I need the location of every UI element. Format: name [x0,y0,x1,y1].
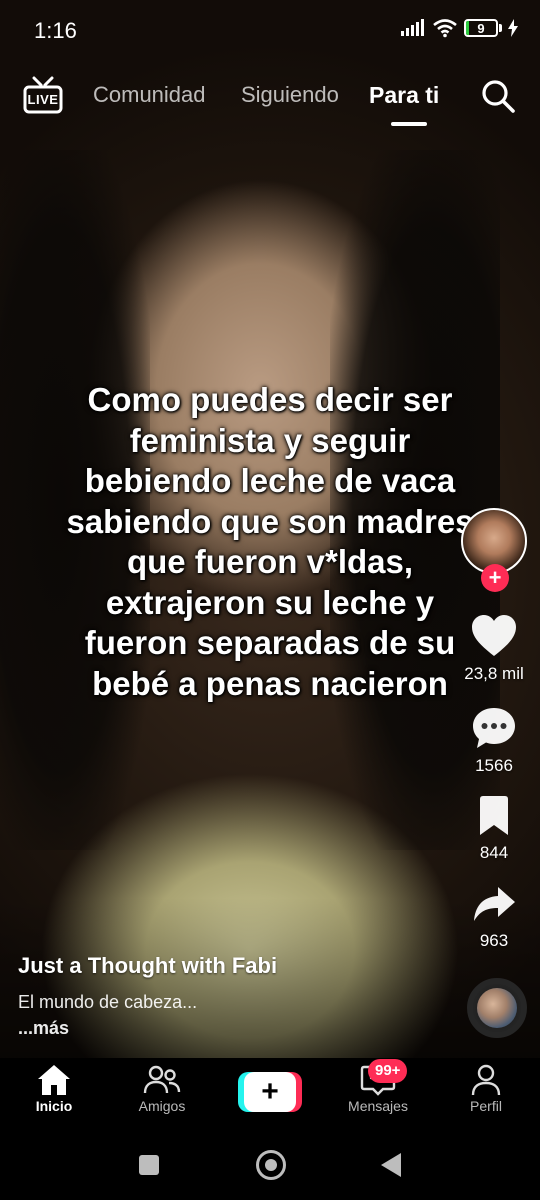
save-count: 844 [479,843,509,862]
create-button[interactable]: + [238,1072,302,1112]
share-button[interactable]: 963 [456,885,532,951]
caption-line: extrajeron su leche y [105,583,435,621]
search-button[interactable] [480,78,516,114]
active-tab-indicator [391,122,427,126]
home-button[interactable] [256,1150,286,1180]
caption-line: bebé a penas nacieron [92,664,448,702]
nav-mensajes-label: Mensajes [348,1098,408,1114]
profile-icon [471,1064,501,1096]
home-icon [38,1065,70,1095]
friends-icon [143,1065,181,1094]
caption-line: Como puedes decir ser [87,381,453,418]
share-arrow-icon [474,887,515,921]
video-caption: Como puedes decir ser feminista y seguir… [60,380,480,704]
follow-button[interactable]: + [481,564,509,592]
sound-disc-cover [477,988,517,1028]
comment-icon [473,708,515,748]
live-button[interactable]: LIVE [22,76,64,116]
wifi-icon [433,19,457,38]
status-icons: 9 [400,18,518,38]
status-time: 1:16 [34,18,77,43]
live-label: LIVE [27,92,59,107]
heart-icon [472,615,516,656]
share-count: 963 [479,931,509,950]
comment-count: 1566 [475,756,513,775]
sound-disc[interactable] [467,978,527,1038]
top-nav: LIVE Comunidad Siguiendo Para ti [0,72,540,132]
messages-badge: 99+ [368,1059,408,1083]
tab-comunidad[interactable]: Comunidad [93,82,206,108]
author-name[interactable]: Just a Thought with Fabi [18,953,277,979]
status-bar: 1:16 9 [0,0,540,62]
nav-perfil[interactable]: Perfil [441,1064,531,1114]
system-nav-bar [0,1130,540,1200]
caption-line: fueron separadas de su [84,624,456,661]
battery-level: 9 [477,20,485,36]
like-button[interactable]: 23,8 mil [456,614,532,684]
tab-para-ti[interactable]: Para ti [369,82,439,109]
like-count: 23,8 mil [464,664,524,683]
back-button[interactable] [381,1153,401,1177]
battery-icon: 9 [464,19,502,37]
tab-siguiendo[interactable]: Siguiendo [241,82,339,108]
caption-line: feminista y seguir [129,421,411,459]
charging-icon [508,19,518,37]
caption-line: sabiendo que son madres [66,502,474,540]
bookmark-icon [480,796,508,835]
recents-button[interactable] [139,1155,159,1175]
plus-icon: + [244,1072,296,1112]
nav-inicio-label: Inicio [35,1098,73,1114]
video-description[interactable]: El mundo de cabeza... [18,992,197,1013]
search-icon [482,80,515,113]
nav-inicio[interactable]: Inicio [9,1064,99,1114]
battery-fill [466,21,469,35]
bottom-nav: Inicio Amigos + Mensajes Perfil [0,1058,540,1130]
comment-button[interactable]: 1566 [456,706,532,776]
caption-line: que fueron v*ldas, [126,543,414,580]
nav-perfil-label: Perfil [470,1098,502,1114]
more-link[interactable]: ...más [18,1018,69,1039]
nav-amigos[interactable]: Amigos [117,1064,207,1114]
nav-amigos-label: Amigos [138,1098,186,1114]
signal-icon [401,19,424,36]
caption-line: bebiendo leche de vaca [84,462,456,499]
save-button[interactable]: 844 [456,795,532,863]
